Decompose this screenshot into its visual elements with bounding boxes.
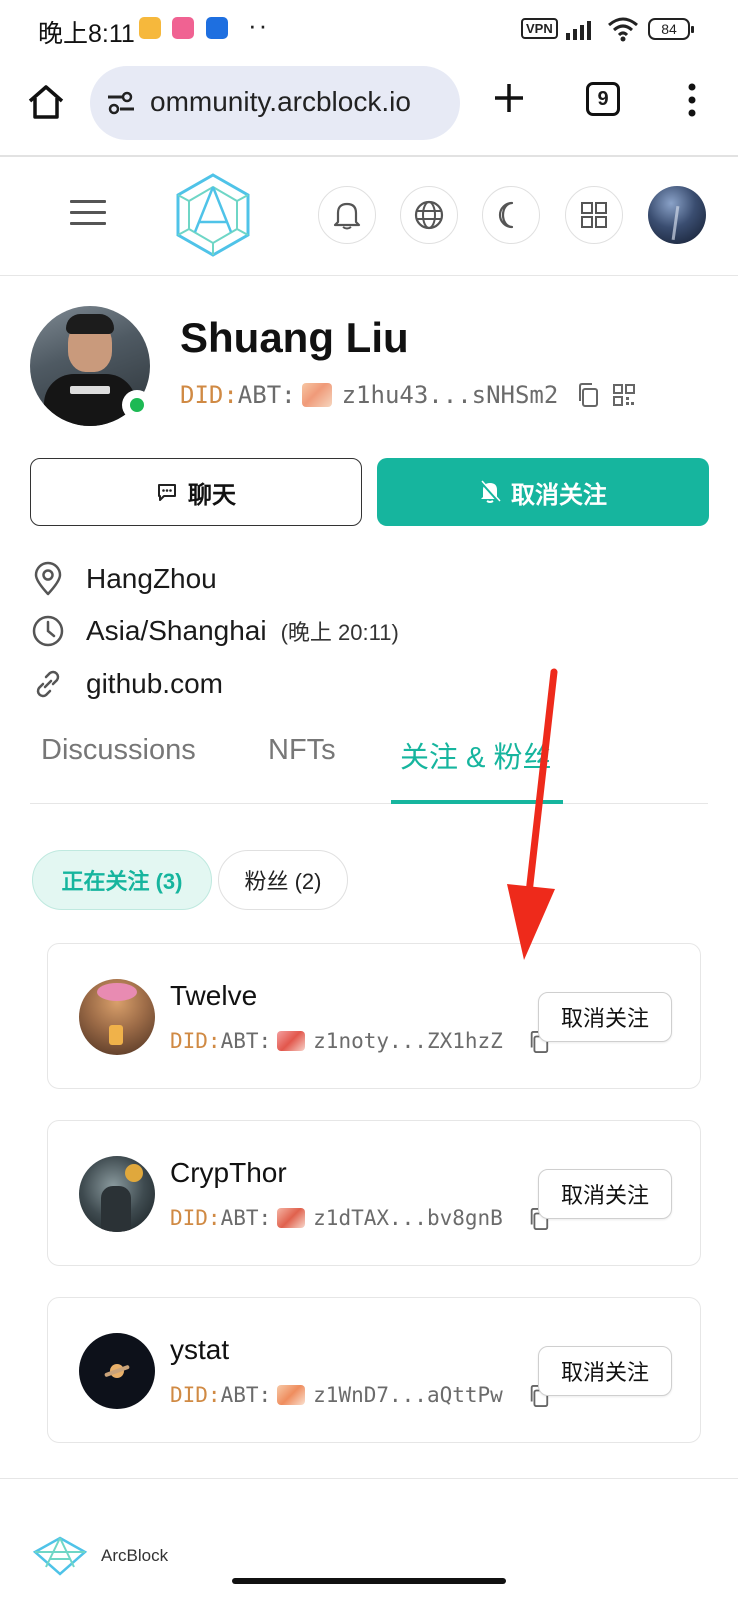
copy-icon[interactable] bbox=[576, 382, 600, 408]
follow-card: CrypThor DID: ABT: z1dTAX...bv8gnB 取消关注 bbox=[47, 1120, 701, 1266]
more-notifications-icon: ·· bbox=[248, 10, 270, 40]
did-avatar-art bbox=[301, 383, 332, 407]
user-avatar[interactable] bbox=[79, 1333, 155, 1409]
did-address: z1noty...ZX1hzZ bbox=[313, 1029, 503, 1053]
unfollow-user-button[interactable]: 取消关注 bbox=[538, 1169, 672, 1219]
clock-icon bbox=[32, 615, 64, 647]
arcblock-footer-logo bbox=[32, 1536, 88, 1576]
home-icon[interactable] bbox=[24, 80, 68, 124]
battery-icon: 84 bbox=[648, 18, 694, 40]
did-avatar-art bbox=[277, 1208, 306, 1228]
divider bbox=[0, 1478, 738, 1479]
browser-menu-icon[interactable] bbox=[682, 80, 702, 120]
notification-app-icon bbox=[206, 17, 228, 39]
bell-off-icon bbox=[480, 480, 501, 503]
user-avatar[interactable] bbox=[79, 1156, 155, 1232]
notification-app-icon bbox=[172, 17, 194, 39]
website-row[interactable]: github.com bbox=[30, 664, 223, 704]
site-settings-icon[interactable] bbox=[106, 90, 136, 116]
follow-card: ystat DID: ABT: z1WnD7...aQttPw 取消关注 bbox=[47, 1297, 701, 1443]
address-bar[interactable]: ommunity.arcblock.io bbox=[90, 66, 460, 140]
online-status-indicator bbox=[122, 390, 152, 420]
tab-switcher-button[interactable]: 9 bbox=[586, 82, 620, 116]
did-avatar-art bbox=[277, 1031, 306, 1051]
did-type: ABT: bbox=[220, 1029, 272, 1053]
unfollow-button[interactable]: 取消关注 bbox=[377, 458, 709, 526]
unfollow-user-button[interactable]: 取消关注 bbox=[538, 992, 672, 1042]
globe-icon bbox=[414, 200, 444, 230]
local-time-text: (晚上 20:11) bbox=[280, 620, 399, 645]
user-name[interactable]: ystat bbox=[170, 1334, 229, 1366]
tab-divider bbox=[30, 803, 708, 804]
profile-did: DID: ABT: z1hu43...sNHSm2 bbox=[180, 380, 636, 410]
did-type: ABT: bbox=[220, 1206, 272, 1230]
did-avatar-art bbox=[277, 1385, 306, 1405]
did-prefix: DID: bbox=[170, 1383, 221, 1407]
user-did: DID: ABT: z1noty...ZX1hzZ bbox=[170, 1028, 503, 1054]
did-prefix: DID: bbox=[170, 1029, 221, 1053]
unfollow-button-label: 取消关注 bbox=[511, 481, 607, 509]
following-filter-chip[interactable]: 正在关注 (3) bbox=[32, 850, 212, 910]
did-prefix: DID: bbox=[170, 1206, 221, 1230]
chat-icon bbox=[158, 484, 176, 501]
user-name[interactable]: Twelve bbox=[170, 980, 257, 1012]
menu-icon[interactable] bbox=[70, 200, 106, 228]
location-row: HangZhou bbox=[30, 559, 217, 599]
tab-discussions[interactable]: Discussions bbox=[41, 734, 196, 767]
location-pin-icon bbox=[34, 561, 62, 596]
tab-nfts[interactable]: NFTs bbox=[268, 734, 336, 767]
notifications-button[interactable] bbox=[318, 186, 376, 244]
apps-button[interactable] bbox=[565, 186, 623, 244]
status-bar: 晚上8:11 ·· VPN 84 bbox=[0, 0, 738, 58]
user-avatar[interactable] bbox=[648, 186, 706, 244]
link-icon bbox=[36, 670, 60, 698]
timezone-text: Asia/Shanghai bbox=[86, 615, 267, 646]
user-did: DID: ABT: z1dTAX...bv8gnB bbox=[170, 1205, 503, 1231]
new-tab-icon[interactable] bbox=[489, 78, 529, 118]
website-link[interactable]: github.com bbox=[86, 668, 223, 700]
site-header bbox=[0, 157, 738, 275]
language-button[interactable] bbox=[400, 186, 458, 244]
profile-name: Shuang Liu bbox=[180, 314, 409, 361]
bell-icon bbox=[333, 202, 361, 230]
did-prefix: DID: bbox=[180, 381, 238, 409]
qr-code-icon[interactable] bbox=[612, 383, 636, 407]
did-address: z1hu43...sNHSm2 bbox=[341, 381, 559, 409]
theme-toggle-button[interactable] bbox=[482, 186, 540, 244]
notification-app-icon bbox=[139, 17, 161, 39]
did-address: z1WnD7...aQttPw bbox=[313, 1383, 503, 1407]
wifi-icon bbox=[608, 17, 638, 42]
browser-toolbar: ommunity.arcblock.io 9 bbox=[0, 58, 738, 154]
home-indicator[interactable] bbox=[232, 1578, 506, 1584]
vpn-icon: VPN bbox=[521, 18, 558, 39]
status-time: 晚上8:11 bbox=[38, 20, 135, 48]
arcblock-logo[interactable] bbox=[175, 172, 251, 258]
signal-icon bbox=[566, 21, 591, 40]
chat-button[interactable]: 聊天 bbox=[30, 458, 362, 526]
user-name[interactable]: CrypThor bbox=[170, 1157, 287, 1189]
location-text: HangZhou bbox=[86, 563, 217, 594]
annotation-arrow-icon bbox=[507, 668, 558, 960]
chat-button-label: 聊天 bbox=[188, 481, 236, 509]
unfollow-user-button[interactable]: 取消关注 bbox=[538, 1346, 672, 1396]
user-did: DID: ABT: z1WnD7...aQttPw bbox=[170, 1382, 503, 1408]
did-type: ABT: bbox=[220, 1383, 272, 1407]
timezone-row: Asia/Shanghai (晚上 20:11) bbox=[30, 611, 399, 651]
did-type: ABT: bbox=[237, 381, 296, 409]
moon-icon bbox=[498, 201, 514, 229]
followers-filter-chip[interactable]: 粉丝 (2) bbox=[218, 850, 348, 910]
url-text[interactable]: ommunity.arcblock.io bbox=[150, 86, 411, 118]
follow-card: Twelve DID: ABT: z1noty...ZX1hzZ 取消关注 bbox=[47, 943, 701, 1089]
divider bbox=[0, 275, 738, 276]
did-address: z1dTAX...bv8gnB bbox=[313, 1206, 503, 1230]
footer-brand: ArcBlock bbox=[101, 1546, 169, 1565]
user-avatar[interactable] bbox=[79, 979, 155, 1055]
apps-grid-icon bbox=[581, 202, 607, 228]
